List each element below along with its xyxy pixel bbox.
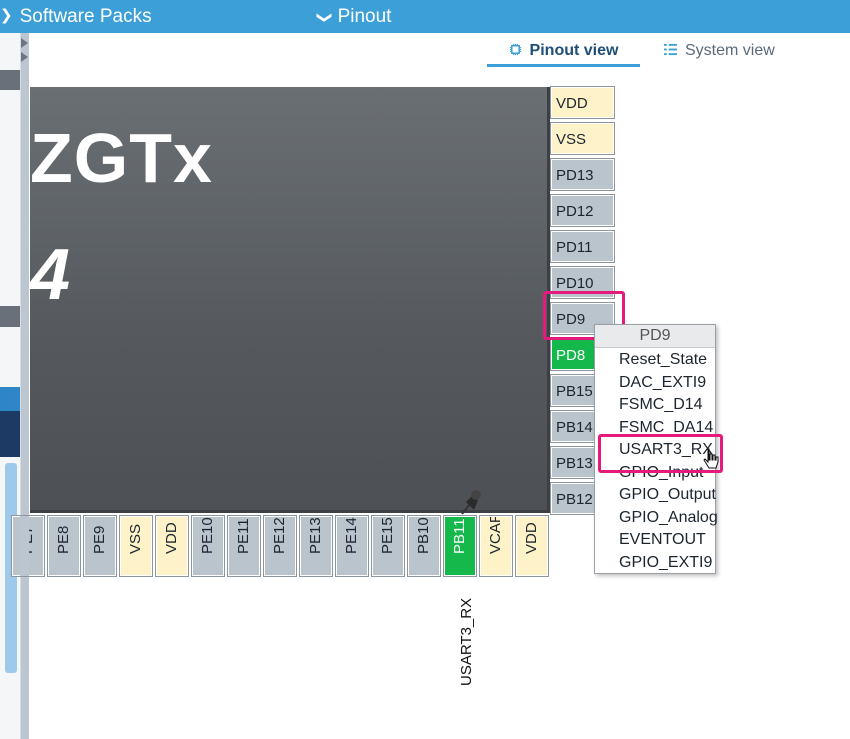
pin-pd13[interactable]: PD13 xyxy=(550,158,615,191)
cursor-icon xyxy=(703,448,719,469)
pin-label: PE12 xyxy=(271,517,288,554)
pin-pb10[interactable]: PB10 xyxy=(407,515,441,577)
software-packs-menu[interactable]: ❯ Software Packs xyxy=(0,0,152,33)
left-panel-row[interactable] xyxy=(0,433,20,457)
menu-item-gpio-exti9[interactable]: GPIO_EXTI9 xyxy=(619,552,712,575)
pin-pe15[interactable]: PE15 xyxy=(371,515,405,577)
pin-label: PE9 xyxy=(91,525,108,554)
chip-package-label: 4 xyxy=(30,235,71,315)
menu-item-gpio-analog[interactable]: GPIO_Analog xyxy=(619,507,718,530)
left-panel-header xyxy=(0,70,20,90)
pin-vcap[interactable]: VCAP.. xyxy=(479,515,513,577)
pin-pe11[interactable]: PE11 xyxy=(227,515,261,577)
pin-label: VDD xyxy=(163,522,180,554)
pin-label: PB11 xyxy=(451,518,468,554)
left-panel-row[interactable] xyxy=(0,387,20,411)
tab-system-view[interactable]: System view xyxy=(664,38,784,64)
menu-item-fsmc-d14[interactable]: FSMC_D14 xyxy=(619,394,703,417)
chip-part-number: ZGTx xyxy=(30,119,213,197)
pin-label: PE10 xyxy=(199,517,216,554)
pin-signal-label: USART3_RX xyxy=(458,597,475,686)
pin-label: PE14 xyxy=(343,517,360,554)
pin-label: PE8 xyxy=(55,525,72,554)
chevron-down-icon: ❯ xyxy=(0,7,13,24)
pushpin-icon xyxy=(461,490,481,515)
tab-pinout-view-label: Pinout view xyxy=(529,42,619,59)
pin-pe8[interactable]: PE8 xyxy=(47,515,81,577)
menu-item-reset-state[interactable]: Reset_State xyxy=(619,349,707,372)
software-packs-label: Software Packs xyxy=(19,6,152,27)
left-panel-header xyxy=(0,306,20,327)
pin-pe12[interactable]: PE12 xyxy=(263,515,297,577)
context-menu-title: PD9 xyxy=(595,325,715,348)
pin-label: VCAP.. xyxy=(487,516,504,554)
pin-vdd[interactable]: VDD xyxy=(515,515,549,577)
pin-vdd[interactable]: VDD xyxy=(155,515,189,577)
pin-label: PE13 xyxy=(307,517,324,554)
collapse-arrows-icon[interactable] xyxy=(20,38,29,68)
pin-label: PB10 xyxy=(415,517,432,554)
pin-pd11[interactable]: PD11 xyxy=(550,230,615,263)
pin-label: PE15 xyxy=(379,517,396,554)
pin-vdd[interactable]: VDD xyxy=(550,86,615,119)
panel-splitter[interactable] xyxy=(20,33,29,739)
tab-system-view-label: System view xyxy=(685,42,775,59)
chevron-down-icon: ❯ xyxy=(315,11,333,24)
pin-label: VSS xyxy=(127,523,144,554)
pin-vss[interactable]: VSS xyxy=(550,122,615,155)
pinout-menu-label: Pinout xyxy=(337,6,392,27)
left-panel-row[interactable] xyxy=(0,411,20,433)
menu-item-dac-exti9[interactable]: DAC_EXTI9 xyxy=(619,372,706,395)
pin-label: VDD xyxy=(523,522,540,554)
pin-pb11[interactable]: PB11 xyxy=(443,515,477,577)
pin-vss[interactable]: VSS xyxy=(119,515,153,577)
pin-pe14[interactable]: PE14 xyxy=(335,515,369,577)
pin-pe9[interactable]: PE9 xyxy=(83,515,117,577)
pin-label: PE11 xyxy=(235,518,252,554)
menu-item-eventout[interactable]: EVENTOUT xyxy=(619,529,706,552)
tab-pinout-view[interactable]: Pinout view xyxy=(487,38,640,67)
panel-splitter xyxy=(20,516,29,576)
pin-pe13[interactable]: PE13 xyxy=(299,515,333,577)
pin-pd12[interactable]: PD12 xyxy=(550,194,615,227)
pin-pe10[interactable]: PE10 xyxy=(191,515,225,577)
list-icon xyxy=(664,43,677,56)
pinout-menu[interactable]: ❯ Pinout xyxy=(316,0,392,33)
chip-icon xyxy=(509,43,521,56)
menu-item-gpio-output[interactable]: GPIO_Output xyxy=(619,484,716,507)
